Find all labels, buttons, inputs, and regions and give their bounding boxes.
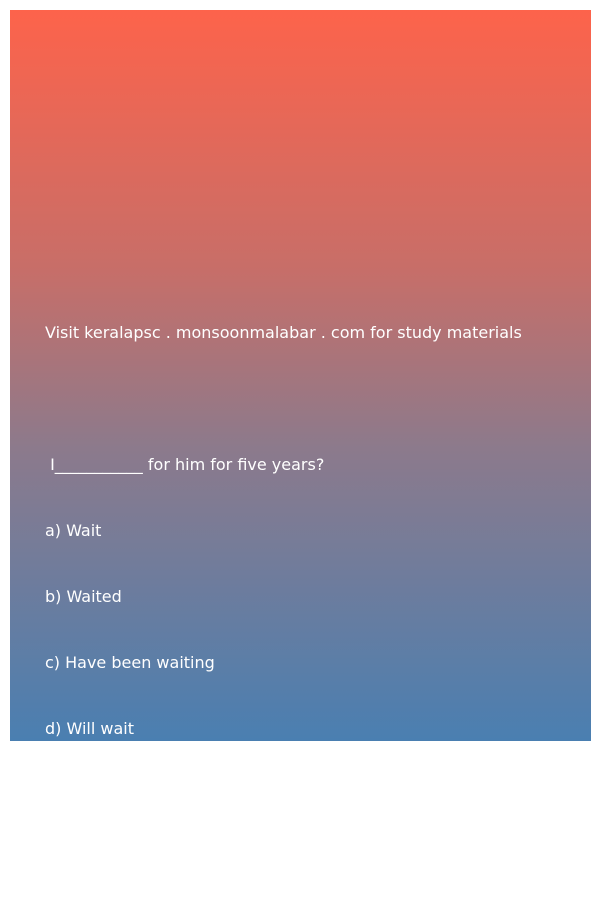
- answer-text: Answer: Have been waiting: [45, 851, 264, 870]
- option-d: d) Will wait: [45, 719, 134, 738]
- question-prompt: I___________ for him for five years?: [45, 455, 325, 474]
- gradient-card: Visit keralapsc . monsoonmalabar . com f…: [10, 10, 591, 870]
- option-c: c) Have been waiting: [45, 653, 215, 672]
- question-content: Visit keralapsc . monsoonmalabar . com f…: [45, 278, 585, 916]
- option-b: b) Waited: [45, 587, 122, 606]
- promo-text: Visit keralapsc . monsoonmalabar . com f…: [45, 323, 522, 342]
- option-a: a) Wait: [45, 521, 102, 540]
